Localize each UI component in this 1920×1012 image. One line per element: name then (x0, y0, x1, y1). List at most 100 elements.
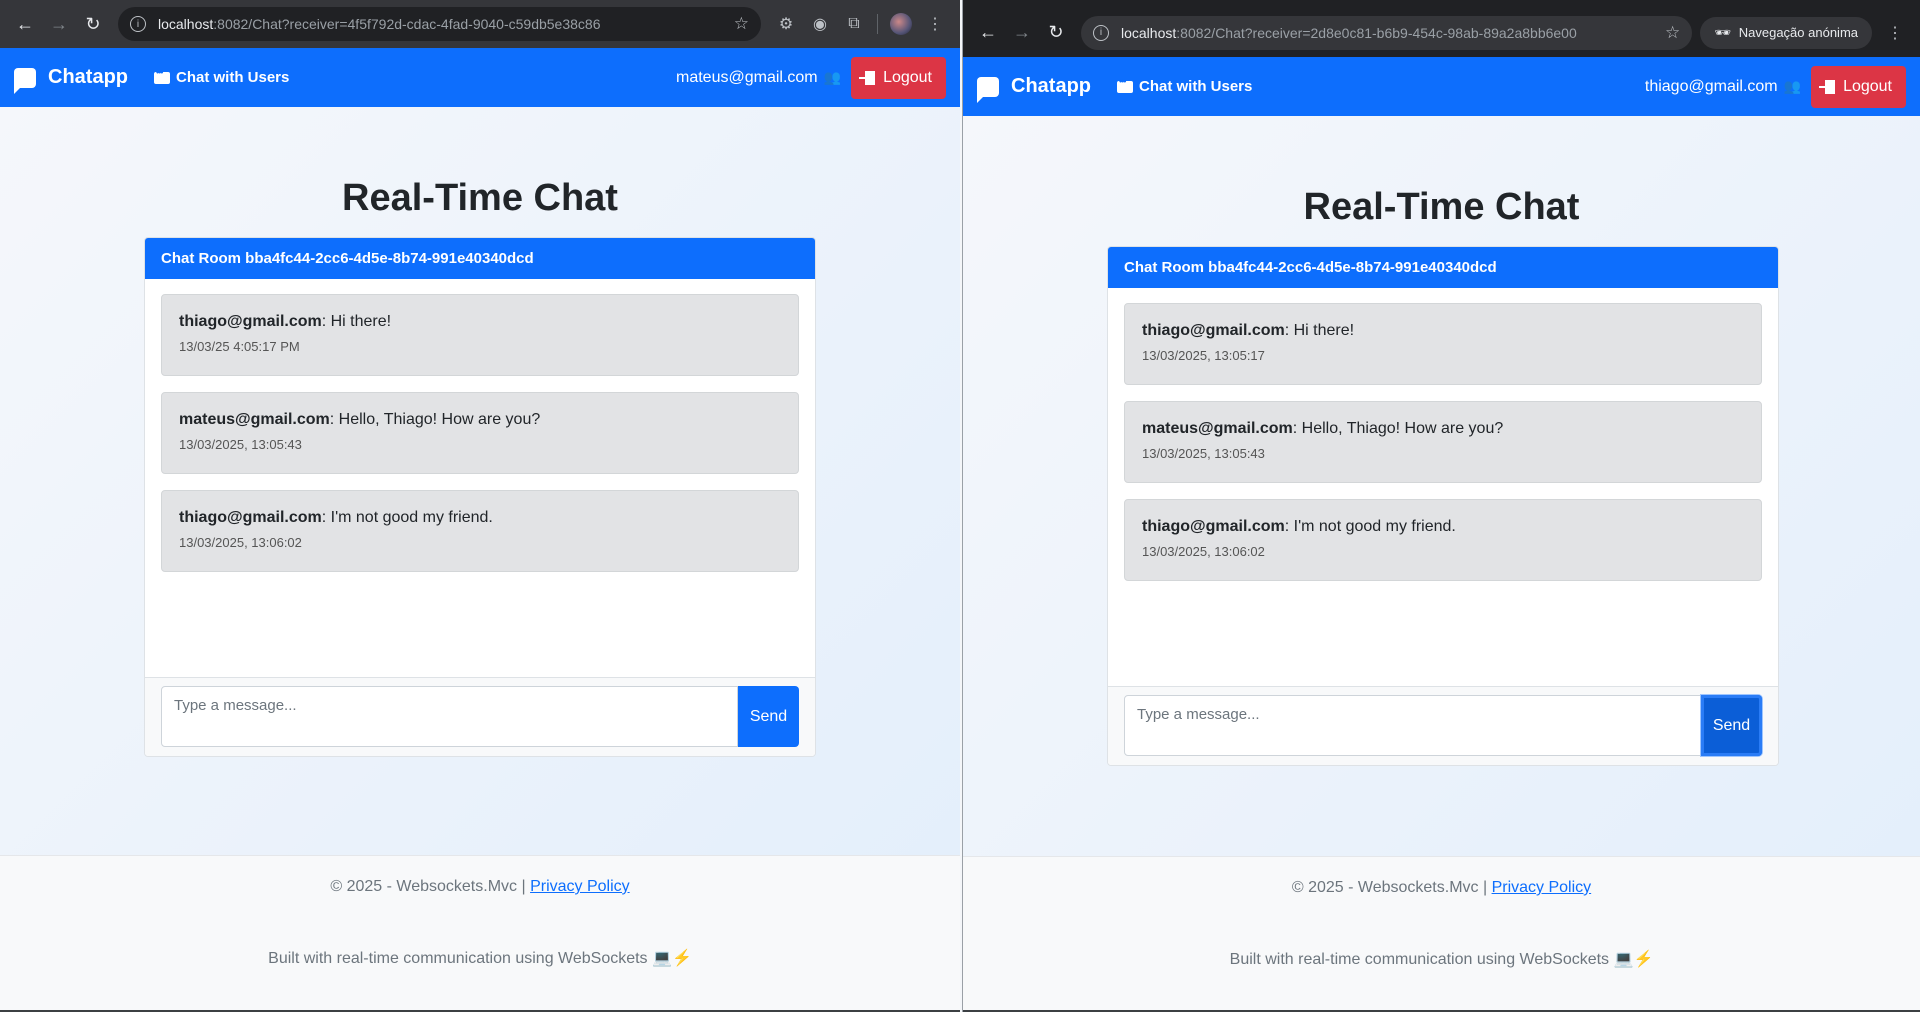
record-icon[interactable]: ◉ (803, 7, 837, 41)
reload-icon[interactable]: ↻ (76, 7, 110, 41)
browser-menu-icon[interactable]: ⋮ (1878, 16, 1912, 50)
site-info-icon[interactable]: i (130, 16, 146, 32)
message-input[interactable]: Type a message... (161, 686, 738, 747)
message-time: 13/03/2025, 13:05:43 (179, 437, 302, 452)
privacy-policy-link[interactable]: Privacy Policy (1492, 879, 1592, 896)
chat-bubble-icon (977, 76, 999, 103)
message-item: mateus@gmail.com: Hello, Thiago! How are… (1124, 401, 1762, 483)
page-footer: © 2025 - Websockets.Mvc | Privacy Policy… (963, 856, 1920, 1012)
message-time: 13/03/25 4:05:17 PM (179, 339, 300, 354)
page-title: Real-Time Chat (1303, 186, 1580, 228)
message-sender: thiago@gmail.com (179, 313, 322, 330)
people-icon: 👥 (1783, 78, 1802, 94)
page-footer: © 2025 - Websockets.Mvc | Privacy Policy… (0, 855, 960, 1012)
main-content: Real-Time Chat Chat Room bba4fc44-2cc6-4… (963, 116, 1920, 856)
message-item: thiago@gmail.com: Hi there! 13/03/25 4:0… (161, 294, 799, 376)
url-path: :8082/Chat?receiver=2d8e0c81-b6b9-454c-9… (1176, 24, 1577, 41)
message-time: 13/03/2025, 13:06:02 (1142, 544, 1265, 559)
laptop-icon: 💻 (1613, 951, 1634, 968)
toolbar-divider (877, 14, 878, 34)
footer-built-with: Built with real-time communication using… (0, 948, 960, 968)
brand-link[interactable]: Chatapp (977, 75, 1091, 103)
incognito-badge[interactable]: 🕶 Navegação anónima (1700, 16, 1872, 49)
chat-card: Chat Room bba4fc44-2cc6-4d5e-8b74-991e40… (144, 237, 816, 757)
message-list: thiago@gmail.com: Hi there! 13/03/2025, … (1108, 288, 1778, 686)
bookmark-star-icon[interactable]: ☆ (734, 14, 749, 34)
logout-label: Logout (883, 68, 932, 86)
address-bar[interactable]: i localhost:8082/Chat?receiver=4f5f792d-… (118, 7, 761, 41)
logout-button[interactable]: Logout (1811, 65, 1906, 108)
message-time: 13/03/2025, 13:06:02 (179, 535, 302, 550)
door-exit-icon (1819, 79, 1836, 94)
footer-built-text: Built with real-time communication using… (268, 950, 648, 967)
lightning-icon: ⚡ (1633, 951, 1654, 968)
footer-copyright: © 2025 - Websockets.Mvc | Privacy Policy (0, 856, 960, 896)
incognito-label: Navegação anónima (1738, 25, 1858, 40)
message-item: thiago@gmail.com: I'm not good my friend… (1124, 499, 1762, 581)
back-arrow-icon[interactable]: ← (971, 16, 1005, 50)
user-email: thiago@gmail.com (1644, 77, 1778, 95)
nav-chat-with-users[interactable]: Chat with Users (1117, 76, 1252, 95)
people-icon: 👥 (823, 69, 842, 85)
desktop: ← → ↻ i localhost:8082/Chat?receiver=4f5… (0, 0, 1920, 1012)
message-text: : I'm not good my friend. (321, 509, 493, 526)
nav-chat-with-users[interactable]: Chat with Users (154, 67, 289, 86)
laptop-icon: 💻 (652, 950, 672, 967)
message-item: thiago@gmail.com: I'm not good my friend… (161, 490, 799, 572)
message-input[interactable]: Type a message... (1124, 695, 1701, 756)
current-user: mateus@gmail.com 👥 (676, 69, 841, 87)
brand-label: Chatapp (1011, 75, 1091, 97)
message-time: 13/03/2025, 13:05:17 (1142, 348, 1265, 363)
address-bar[interactable]: i localhost:8082/Chat?receiver=2d8e0c81-… (1081, 15, 1693, 50)
chat-dots-icon (154, 67, 170, 84)
door-exit-icon (859, 70, 876, 85)
message-item: thiago@gmail.com: Hi there! 13/03/2025, … (1124, 303, 1762, 385)
message-text: : Hi there! (321, 313, 392, 330)
extension-gear-icon[interactable]: ⚙ (769, 7, 803, 41)
browser-menu-icon[interactable]: ⋮ (918, 7, 952, 41)
site-info-icon[interactable]: i (1093, 24, 1109, 41)
bookmark-star-icon[interactable]: ☆ (1665, 23, 1680, 43)
browser-window-right: ← → ↻ i localhost:8082/Chat?receiver=2d8… (962, 0, 1920, 1012)
footer-copy-text: © 2025 - Websockets.Mvc | (330, 878, 531, 895)
message-sender: mateus@gmail.com (1142, 420, 1293, 437)
footer-copy-text: © 2025 - Websockets.Mvc | (1291, 879, 1492, 896)
main-content: Real-Time Chat Chat Room bba4fc44-2cc6-4… (0, 107, 960, 855)
incognito-icon: 🕶 (1714, 24, 1731, 40)
page-title: Real-Time Chat (342, 177, 618, 219)
app-navbar: Chatapp Chat with Users thiago@gmail.com… (963, 57, 1920, 116)
chat-room-header: Chat Room bba4fc44-2cc6-4d5e-8b74-991e40… (1108, 247, 1778, 288)
brand-link[interactable]: Chatapp (14, 66, 128, 94)
url-path: :8082/Chat?receiver=4f5f792d-cdac-4fad-9… (213, 16, 601, 32)
message-composer: Type a message... Send (145, 677, 815, 756)
forward-arrow-icon[interactable]: → (42, 7, 76, 41)
chat-bubble-icon (14, 67, 36, 94)
url-host: localhost (158, 16, 214, 32)
reload-icon[interactable]: ↻ (1039, 16, 1073, 50)
footer-built-with: Built with real-time communication using… (963, 949, 1920, 969)
footer-built-text: Built with real-time communication using… (1229, 951, 1610, 968)
privacy-policy-link[interactable]: Privacy Policy (530, 878, 630, 895)
back-arrow-icon[interactable]: ← (8, 7, 42, 41)
browser-window-left: ← → ↻ i localhost:8082/Chat?receiver=4f5… (0, 0, 960, 1012)
user-email: mateus@gmail.com (676, 68, 818, 86)
forward-arrow-icon[interactable]: → (1005, 16, 1039, 50)
browser-toolbar: ← → ↻ i localhost:8082/Chat?receiver=2d8… (963, 0, 1920, 57)
message-sender: thiago@gmail.com (1142, 518, 1285, 535)
chat-card: Chat Room bba4fc44-2cc6-4d5e-8b74-991e40… (1107, 246, 1779, 766)
extensions-puzzle-icon[interactable]: ⧉ (837, 7, 871, 41)
message-text: : Hello, Thiago! How are you? (1292, 420, 1504, 437)
logout-label: Logout (1843, 77, 1892, 95)
message-composer: Type a message... Send (1108, 686, 1778, 765)
current-user: thiago@gmail.com 👥 (1645, 78, 1801, 96)
logout-button[interactable]: Logout (851, 56, 946, 99)
message-text: : Hi there! (1284, 322, 1355, 339)
send-button[interactable]: Send (738, 686, 799, 747)
message-sender: thiago@gmail.com (1142, 322, 1285, 339)
profile-avatar[interactable] (884, 7, 918, 41)
url-host: localhost (1121, 24, 1177, 41)
app-navbar: Chatapp Chat with Users mateus@gmail.com… (0, 48, 960, 107)
lightning-icon: ⚡ (671, 950, 692, 967)
message-sender: thiago@gmail.com (179, 509, 322, 526)
send-button[interactable]: Send (1701, 695, 1762, 756)
